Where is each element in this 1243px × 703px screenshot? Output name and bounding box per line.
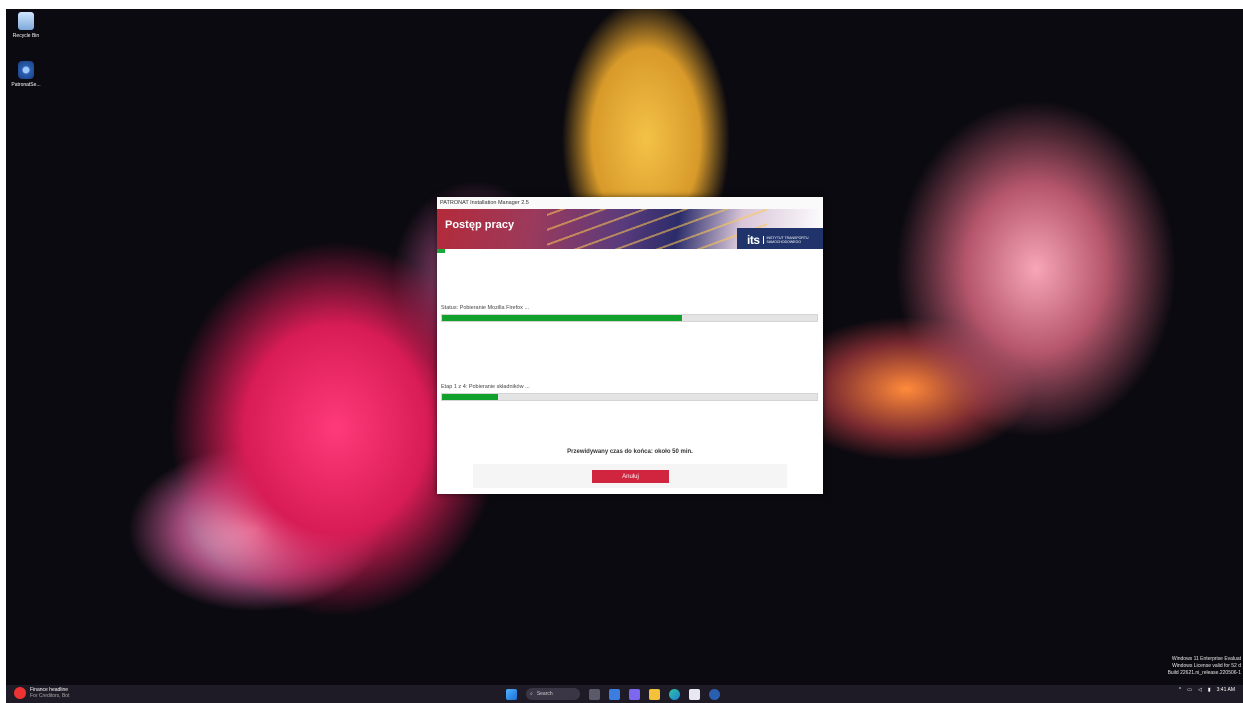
eta-text: Przewidywany czas do końca: około 50 min… — [567, 449, 693, 455]
widgets-icon[interactable] — [609, 688, 620, 700]
store-icon[interactable] — [689, 688, 700, 700]
logo-text: its — [747, 233, 760, 247]
stage-label: Etap 1 z 4: Pobieranie składników ... — [441, 384, 530, 390]
clock[interactable]: 3:41 AM — [1217, 687, 1235, 693]
patronat-icon[interactable] — [709, 688, 720, 700]
search-icon: ⌕ — [530, 691, 533, 697]
network-icon[interactable]: ▭ — [1187, 687, 1192, 693]
desktop-icon-label: Recycle Bin — [12, 33, 40, 39]
chevron-up-icon[interactable]: ^ — [1179, 687, 1181, 693]
desktop-icon-label: PatronatSe... — [11, 82, 41, 88]
watermark-line: Windows 11 Enterprise Evaluat — [1171, 656, 1241, 662]
windows-evaluation-watermark: Windows 11 Enterprise Evaluat Windows Li… — [1168, 656, 1241, 677]
battery-icon[interactable]: ▮ — [1208, 687, 1211, 693]
watermark-line: Windows License valid for 52 d — [1172, 663, 1241, 669]
window-title: PATRONAT Installation Manager 2.5 — [437, 197, 823, 209]
overall-progress-bar — [437, 249, 823, 253]
system-tray: ^ ▭ ◁ ▮ 3:41 AM — [1179, 687, 1235, 693]
installer-window: PATRONAT Installation Manager 2.5 Postęp… — [437, 197, 823, 494]
volume-icon[interactable]: ◁ — [1198, 687, 1202, 693]
taskbar-search[interactable]: ⌕ Search — [526, 688, 580, 700]
status-progress-bar — [441, 314, 818, 322]
stage-progress-fill — [442, 394, 499, 400]
news-subtitle: For Creditors, Bot — [30, 693, 70, 699]
stage-progress-bar — [441, 393, 818, 401]
cancel-button[interactable]: Anuluj — [592, 470, 669, 483]
overall-progress-fill — [437, 249, 445, 253]
desktop-icon-recycle-bin[interactable]: Recycle Bin — [6, 12, 46, 39]
its-logo: its INSTYTUT TRANSPORTU SAMOCHODOWEGO — [737, 228, 823, 249]
edge-icon[interactable] — [669, 688, 680, 700]
logo-subtext: INSTYTUT TRANSPORTU SAMOCHODOWEGO — [762, 236, 823, 244]
banner-title: Postęp pracy — [445, 219, 515, 231]
task-view-icon[interactable] — [589, 688, 600, 700]
watermark-line: Build 22621.ni_release.220506-1 — [1167, 670, 1241, 676]
news-widget[interactable]: Finance headline For Creditors, Bot — [14, 687, 69, 699]
recycle-bin-icon — [18, 12, 34, 30]
start-icon[interactable] — [506, 688, 517, 700]
file-explorer-icon[interactable] — [649, 688, 660, 700]
desktop-icon-patronat[interactable]: PatronatSe... — [6, 61, 46, 88]
taskbar: Finance headline For Creditors, Bot ⌕ Se… — [6, 685, 1243, 703]
search-label: Search — [536, 691, 553, 697]
status-progress-fill — [442, 315, 682, 321]
news-icon — [14, 687, 26, 699]
status-label: Status: Pobieranie Mozilla Firefox ... — [441, 305, 530, 311]
taskbar-apps: ⌕ Search — [506, 688, 720, 700]
chat-icon[interactable] — [629, 688, 640, 700]
installer-banner: Postęp pracy its INSTYTUT TRANSPORTU SAM… — [437, 209, 823, 249]
app-shortcut-icon — [18, 61, 34, 79]
